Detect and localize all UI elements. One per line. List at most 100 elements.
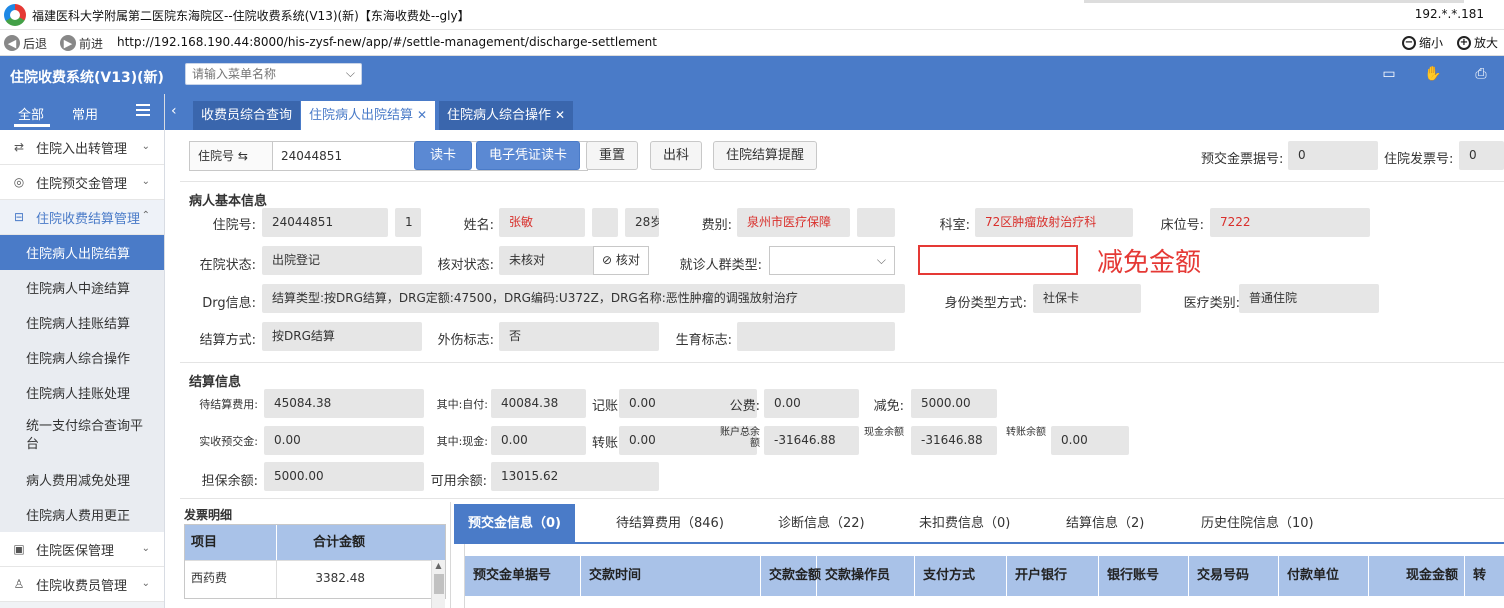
available-value: 13015.62 xyxy=(491,462,659,491)
chevron-down-icon: ⌵ xyxy=(345,66,355,80)
browser-title-bar: 福建医科大学附属第二医院东海院区--住院收费系统(V13)(新)【东海收费处--… xyxy=(0,0,1504,30)
url-text[interactable]: http://192.168.190.44:8000/his-zysf-new/… xyxy=(117,35,657,49)
sidebar-group-cashier[interactable]: ♙ 住院收费员管理 ⌄ xyxy=(0,567,164,602)
transfer-label: 转账 xyxy=(591,436,618,451)
tab-label: 住院病人综合操作 xyxy=(447,108,552,123)
menu-search-input[interactable] xyxy=(186,64,336,84)
reset-button[interactable]: 重置 xyxy=(586,141,639,170)
sidebar-item-discharge-settle[interactable]: 住院病人出院结算 xyxy=(0,235,164,270)
forward-button[interactable]: ▶ 前进 xyxy=(60,34,103,52)
tab-uncharged[interactable]: 未扣费信息（0) xyxy=(919,504,1010,544)
tab-deposit-info[interactable]: 预交金信息（0) xyxy=(454,504,575,544)
discharge-button[interactable]: 出科 xyxy=(650,141,703,170)
sidebar-item-fee-reduce[interactable]: 病人费用减免处理 xyxy=(0,462,164,497)
fee-type-extra xyxy=(857,208,895,237)
sidebar-tab-common[interactable]: 常用 xyxy=(72,104,98,123)
sidebar-group-deposit[interactable]: ◎ 住院预交金管理 ⌄ xyxy=(0,165,164,200)
scroll-up-icon[interactable]: ▲ xyxy=(432,560,445,572)
detail-tabs: 预交金信息（0) 待结算费用（846) 诊断信息（22) 未扣费信息（0) 结算… xyxy=(454,504,1504,544)
col-item: 项目 xyxy=(185,525,277,560)
available-label: 可用余额: xyxy=(430,474,487,489)
population-type-select[interactable]: ⌵ xyxy=(769,246,895,275)
settle-reminder-button[interactable]: 住院结算提醒 xyxy=(713,141,818,170)
app-header: 住院收费系统(V13)(新) ⌵ ▭ ✋ ⎙ xyxy=(0,56,1504,94)
transfer-balance-value: 0.00 xyxy=(1051,426,1129,455)
sidebar-tab-all[interactable]: 全部 xyxy=(18,104,44,123)
tab-discharge-settle[interactable]: 住院病人出院结算 ✕ xyxy=(301,101,436,130)
settle-icon: ⊟ xyxy=(13,210,25,224)
pending-value: 45084.38 xyxy=(264,389,424,418)
received-label: 实收预交金: xyxy=(199,435,258,448)
check-circle-icon: ⊘ xyxy=(602,253,613,267)
check-status-label: 核对状态: xyxy=(437,258,494,273)
tab-pending-fees[interactable]: 待结算费用（846) xyxy=(616,504,724,544)
sidebar-item-payment-query[interactable]: 统一支付综合查询平台 xyxy=(0,410,164,462)
sidebar-group-label: 住院收费结算管理 xyxy=(36,211,141,227)
menu-search[interactable]: ⌵ xyxy=(185,63,362,85)
e-voucher-button[interactable]: 电子凭证读卡 xyxy=(476,141,581,170)
table-row[interactable]: 西药费 3382.48 xyxy=(185,560,445,598)
public-label: 公费: xyxy=(729,399,760,414)
tab-label: 住院病人出院结算 xyxy=(309,108,414,123)
col-bank-account: 银行账号 xyxy=(1099,556,1189,596)
scroll-thumb[interactable] xyxy=(434,574,444,594)
fee-type-label: 费别: xyxy=(701,218,732,233)
public-value: 0.00 xyxy=(764,389,859,418)
invoice-table-header: 项目 合计金额 xyxy=(185,525,445,560)
sidebar-group-insurance[interactable]: ▣ 住院医保管理 ⌄ xyxy=(0,532,164,567)
sidebar-group-settle[interactable]: ⊟ 住院收费结算管理 ⌃ xyxy=(0,200,164,235)
close-icon[interactable]: ✕ xyxy=(555,108,565,122)
forward-arrow-icon: ▶ xyxy=(60,35,76,51)
tab-cashier-query[interactable]: 收费员综合查询 xyxy=(193,101,301,130)
sidebar-group-label: 住院医保管理 xyxy=(36,543,115,559)
zoom-out-label: 缩小 xyxy=(1419,36,1444,50)
tab-comprehensive[interactable]: 住院病人综合操作 ✕ xyxy=(439,101,574,130)
sidebar-item-credit-handle[interactable]: 住院病人挂账处理 xyxy=(0,375,164,410)
check-status-value: 未核对 xyxy=(499,246,595,275)
zoom-in-button[interactable]: + 放大 xyxy=(1457,34,1498,51)
zoom-in-icon: + xyxy=(1457,35,1471,50)
sidebar-item-comprehensive[interactable]: 住院病人综合操作 xyxy=(0,340,164,375)
tab-label: 收费员综合查询 xyxy=(201,108,293,123)
zoom-out-icon: − xyxy=(1402,35,1416,50)
gender-value xyxy=(592,208,618,237)
ip-address: 192.*.*.181 xyxy=(1414,7,1484,21)
sidebar: 全部 常用 ⇄ 住院入出转管理 ⌄ ◎ 住院预交金管理 ⌄ ⊟ 住院收费结算管理… xyxy=(0,94,165,608)
panel-divider xyxy=(450,502,451,608)
col-transfer: 转 xyxy=(1473,568,1487,583)
cash-balance-value: -31646.88 xyxy=(911,426,997,455)
hand-icon[interactable]: ✋ xyxy=(1424,66,1442,82)
deposit-icon: ◎ xyxy=(13,175,25,189)
patient-section-title: 病人基本信息 xyxy=(189,194,268,209)
account-label: 记账 xyxy=(591,399,618,414)
col-total: 合计金额 xyxy=(312,535,365,550)
id-card-icon[interactable]: ▭ xyxy=(1380,66,1398,82)
invoice-scrollbar[interactable]: ▲ xyxy=(431,560,445,608)
sidebar-item-fee-correct[interactable]: 住院病人费用更正 xyxy=(0,497,164,532)
check-button[interactable]: ⊘ 核对 xyxy=(593,246,649,275)
pending-label: 待结算费用: xyxy=(199,398,258,411)
name-value: 张敏 xyxy=(499,208,585,237)
cash-balance-label: 现金余额 xyxy=(864,427,904,438)
sidebar-group-transfer[interactable]: ⇄ 住院入出转管理 ⌄ xyxy=(0,130,164,165)
zoom-out-button[interactable]: − 缩小 xyxy=(1402,34,1443,51)
sidebar-item-credit-settle[interactable]: 住院病人挂账结算 xyxy=(0,305,164,340)
inpatient-no-mode[interactable]: 住院号 ⇆ xyxy=(189,141,273,171)
injury-value: 否 xyxy=(499,322,659,351)
deposit-receipt-value: 0 xyxy=(1288,141,1378,170)
settle-method-value: 按DRG结算 xyxy=(262,322,422,351)
col-operator: 交款操作员 xyxy=(817,556,915,596)
close-icon[interactable]: ✕ xyxy=(417,108,427,122)
chevron-left-icon[interactable]: ‹ xyxy=(171,103,177,119)
tab-settle-info[interactable]: 结算信息（2) xyxy=(1066,504,1144,544)
read-card-button[interactable]: 读卡 xyxy=(414,141,472,170)
reduce-value: 5000.00 xyxy=(911,389,997,418)
col-bank: 开户银行 xyxy=(1007,556,1099,596)
tab-diagnosis[interactable]: 诊断信息（22) xyxy=(778,504,865,544)
print-icon[interactable]: ⎙ xyxy=(1472,66,1490,82)
tab-history[interactable]: 历史住院信息（10) xyxy=(1201,504,1314,544)
sidebar-item-midway-settle[interactable]: 住院病人中途结算 xyxy=(0,270,164,305)
inpatient-no-label: 住院号: xyxy=(212,218,256,233)
menu-toggle-icon[interactable] xyxy=(136,104,150,116)
back-button[interactable]: ◀ 后退 xyxy=(4,34,47,52)
